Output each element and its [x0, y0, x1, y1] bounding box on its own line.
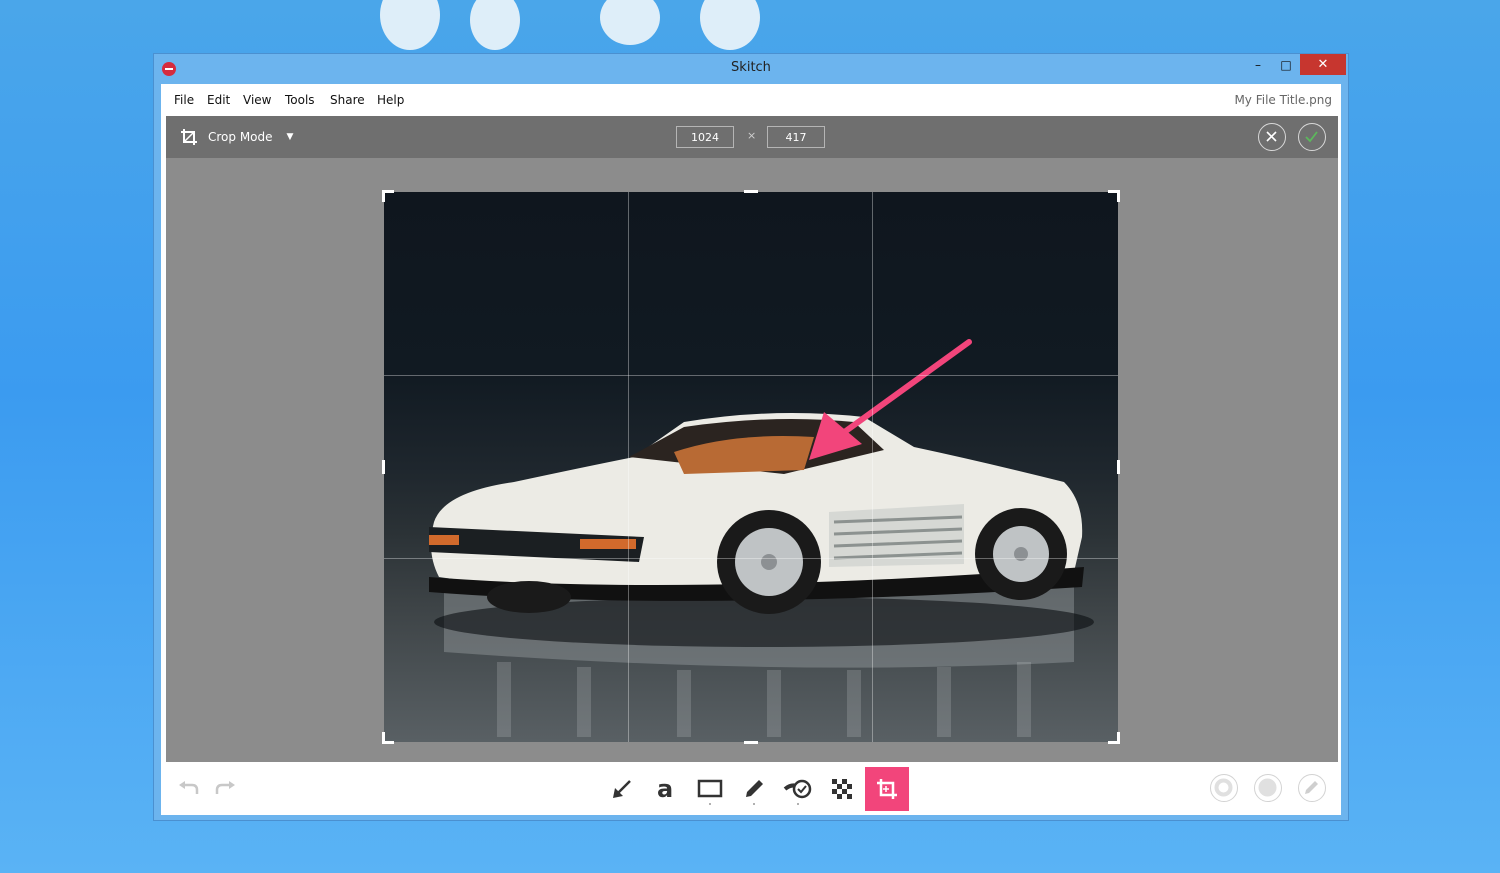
dimension-separator: × [747, 129, 757, 142]
menu-tools[interactable]: Tools [285, 93, 315, 107]
cancel-crop-button[interactable] [1258, 123, 1286, 151]
menu-edit[interactable]: Edit [207, 93, 230, 107]
crop-icon [877, 779, 897, 799]
menu-view[interactable]: View [243, 93, 271, 107]
checkmark-circle-icon [1305, 131, 1318, 143]
desktop-flower-petal [700, 0, 760, 50]
crop-gridline [384, 558, 1118, 559]
title-bar[interactable]: Skitch – □ ✕ [154, 54, 1348, 84]
color-fill-button[interactable] [1254, 774, 1282, 802]
desktop-flower-petal [600, 0, 660, 45]
app-window: Skitch – □ ✕ File Edit View Tools Share … [153, 53, 1349, 821]
confirm-crop-button[interactable] [1298, 123, 1326, 151]
crop-toolbar: Crop Mode ▼ 1024 × 417 [166, 116, 1338, 158]
menu-file[interactable]: File [174, 93, 194, 107]
rectangle-icon [697, 779, 723, 798]
stamp-tool[interactable] [780, 771, 816, 807]
menu-help[interactable]: Help [377, 93, 404, 107]
close-circle-icon [1266, 131, 1277, 142]
redo-icon [215, 781, 235, 794]
stamp-icon [783, 779, 812, 799]
crop-handle-right[interactable] [1117, 460, 1120, 474]
pixelate-icon [832, 779, 852, 799]
svg-text:a: a [657, 777, 673, 801]
crop-handle-top[interactable] [744, 190, 758, 193]
crop-mode-dropdown[interactable]: Crop Mode ▼ [180, 128, 293, 146]
close-button[interactable]: ✕ [1300, 54, 1346, 75]
crop-handle-bottom[interactable] [744, 741, 758, 744]
crop-gridline [384, 375, 1118, 376]
crop-handle-top-right[interactable] [1117, 190, 1120, 202]
app-client-area: File Edit View Tools Share Help My File … [161, 84, 1341, 815]
pixelate-tool[interactable] [824, 771, 860, 807]
crop-handle-bottom-right[interactable] [1117, 732, 1120, 744]
crop-gridline [628, 192, 629, 742]
crop-height-input[interactable]: 417 [767, 126, 825, 148]
color-ring-button[interactable] [1210, 774, 1238, 802]
crop-handle-left[interactable] [382, 460, 385, 474]
bottom-toolbar: a [161, 762, 1341, 815]
crop-icon [181, 129, 197, 145]
text-icon: a [657, 777, 673, 801]
color-fill-icon [1258, 778, 1277, 797]
color-ring-icon [1214, 778, 1233, 797]
file-title: My File Title.png [1234, 93, 1332, 107]
chevron-down-icon: ▼ [286, 132, 294, 142]
crop-handle-top-left[interactable] [382, 190, 385, 202]
menu-bar: File Edit View Tools Share Help My File … [161, 84, 1341, 116]
crop-area-image[interactable] [384, 192, 1118, 742]
crop-mode-label: Crop Mode [208, 130, 273, 144]
redo-button[interactable] [207, 771, 243, 807]
tool-options-indicator [753, 803, 755, 805]
arrow-tool[interactable] [604, 771, 640, 807]
menu-share[interactable]: Share [330, 93, 365, 107]
crop-gridline [872, 192, 873, 742]
desktop-flower-petal [470, 0, 520, 50]
marker-icon [746, 780, 763, 797]
pencil-icon [1305, 781, 1318, 794]
tool-options-indicator [797, 803, 799, 805]
undo-button[interactable] [171, 771, 207, 807]
crop-width-input[interactable]: 1024 [676, 126, 734, 148]
marker-tool[interactable] [736, 771, 772, 807]
pencil-button[interactable] [1298, 774, 1326, 802]
maximize-button[interactable]: □ [1272, 54, 1300, 75]
arrow-icon [613, 780, 631, 798]
tool-options-indicator [709, 803, 711, 805]
desktop-flower-petal [380, 0, 440, 50]
undo-icon [179, 781, 199, 794]
editing-canvas [166, 158, 1338, 762]
crop-handle-bottom-left[interactable] [382, 732, 385, 744]
window-title: Skitch [731, 60, 771, 75]
rectangle-tool[interactable] [692, 771, 728, 807]
car-photo [429, 339, 1094, 737]
text-tool[interactable]: a [648, 771, 684, 807]
minimize-button[interactable]: – [1244, 54, 1272, 75]
crop-tool[interactable] [865, 767, 909, 811]
